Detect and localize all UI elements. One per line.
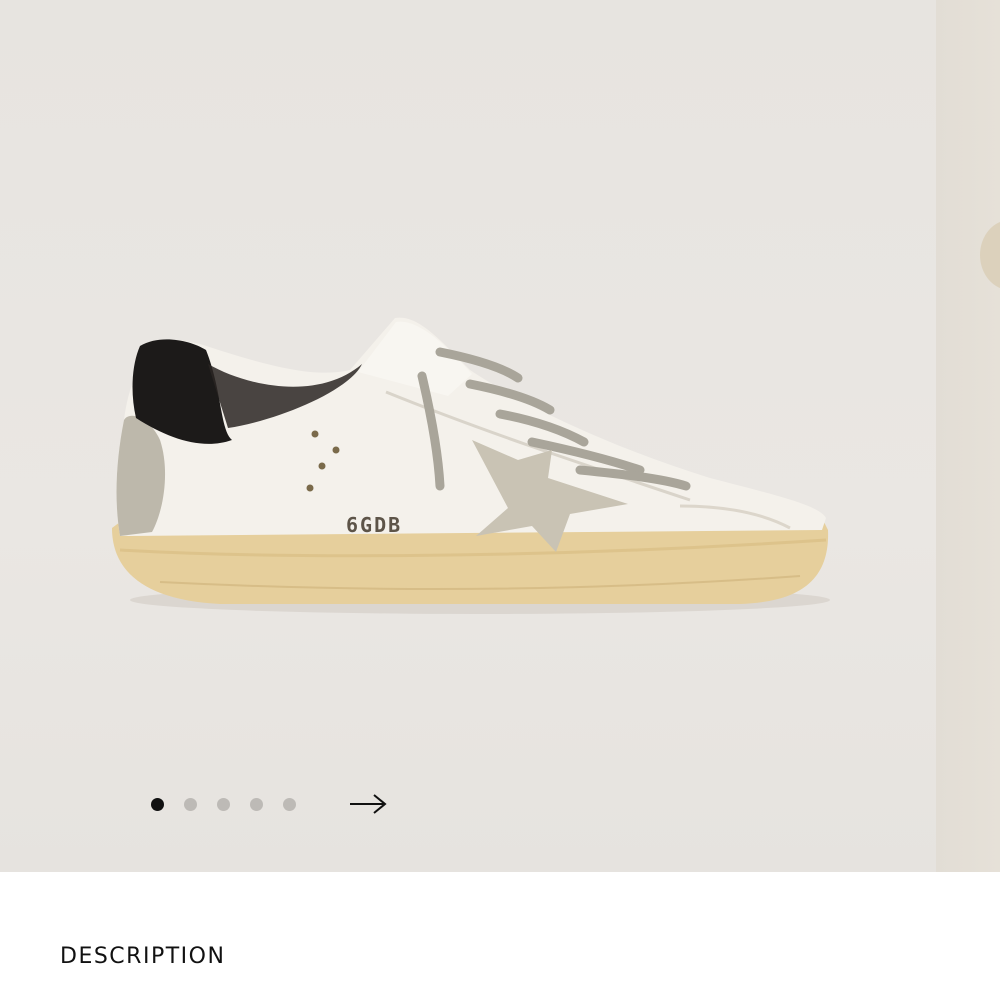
pagination-dot-3[interactable] [217, 797, 230, 811]
pagination-dot-5[interactable] [283, 797, 296, 811]
product-image: 6GDB [112, 317, 830, 614]
gallery-slide-next-preview[interactable] [936, 0, 1000, 872]
pagination-dot-4[interactable] [250, 797, 263, 811]
next-slide-image [980, 220, 1000, 290]
pagination-dot-1[interactable] [151, 797, 164, 811]
gallery-pagination [151, 797, 296, 811]
product-gallery[interactable]: 6GDB [0, 0, 1000, 872]
description-heading[interactable]: DESCRIPTION [60, 944, 225, 969]
heel-stamp-text: 6GDB [346, 513, 402, 537]
pagination-dot-2[interactable] [184, 797, 197, 811]
arrow-right-icon[interactable] [347, 789, 389, 819]
gallery-slide-current[interactable]: 6GDB [0, 0, 936, 872]
